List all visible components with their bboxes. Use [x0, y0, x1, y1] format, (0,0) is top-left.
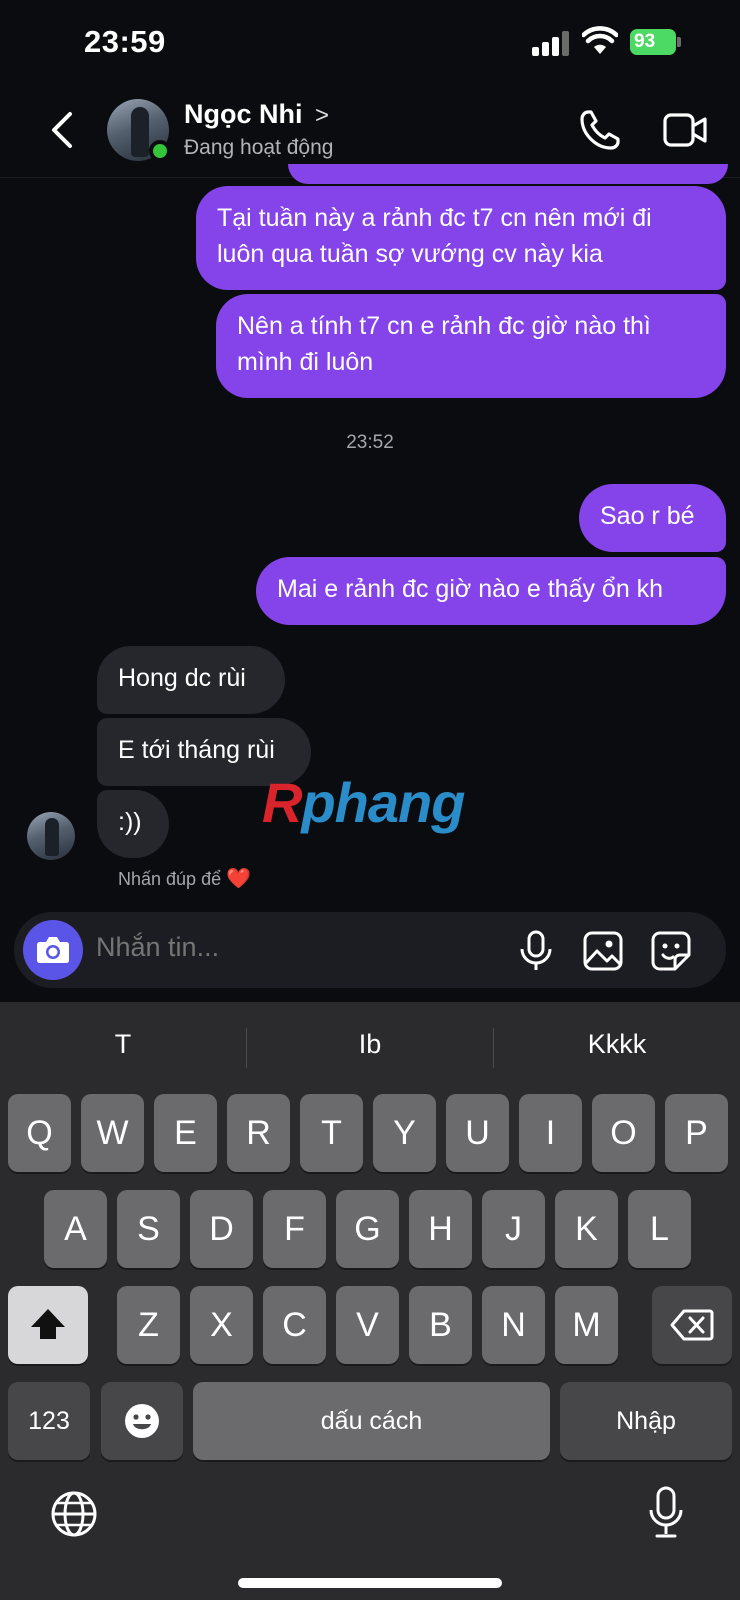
key-d[interactable]: D: [190, 1190, 253, 1268]
key-o[interactable]: O: [592, 1094, 655, 1172]
numbers-key[interactable]: 123: [8, 1382, 90, 1460]
video-call-button[interactable]: [662, 110, 708, 150]
message-bubble-outgoing[interactable]: Mai e rảnh đc giờ nào e thấy ổn kh: [256, 557, 726, 625]
shift-arrow-icon: [31, 1309, 65, 1339]
shift-key[interactable]: [8, 1286, 88, 1364]
globe-icon[interactable]: [50, 1490, 98, 1538]
message-line: Tại tuần này a rảnh đc t7 cn nên mới đi: [217, 204, 652, 232]
reaction-hint: Nhấn đúp để ❤️: [118, 866, 251, 891]
key-n[interactable]: N: [482, 1286, 545, 1364]
message-bubble-outgoing[interactable]: Sao r bé: [579, 484, 726, 552]
backspace-icon: [670, 1309, 714, 1341]
key-h[interactable]: H: [409, 1190, 472, 1268]
key-e[interactable]: E: [154, 1094, 217, 1172]
sender-avatar[interactable]: [27, 812, 75, 860]
key-w[interactable]: W: [81, 1094, 144, 1172]
space-key[interactable]: dấu cách: [193, 1382, 550, 1460]
keyboard: T Ib Kkkk Q W E R T Y U I O P A S D F G …: [0, 1002, 740, 1600]
camera-icon: [37, 937, 69, 963]
message-bubble-incoming[interactable]: :)): [97, 790, 169, 858]
online-status-dot: [149, 140, 171, 162]
back-button[interactable]: [44, 108, 84, 152]
key-r[interactable]: R: [227, 1094, 290, 1172]
suggestion-bar: T Ib Kkkk: [0, 1020, 740, 1068]
message-timestamp: 23:52: [346, 432, 394, 453]
heart-emoji: ❤️: [226, 868, 252, 890]
status-time: 23:59: [84, 24, 166, 59]
suggestion-item[interactable]: Ib: [247, 1020, 493, 1068]
message-bubble-partial: [288, 164, 728, 184]
key-a[interactable]: A: [44, 1190, 107, 1268]
home-indicator[interactable]: [238, 1578, 502, 1588]
chevron-right-icon: >: [315, 102, 330, 129]
key-s[interactable]: S: [117, 1190, 180, 1268]
wifi-icon: [582, 26, 618, 54]
microphone-button[interactable]: [516, 930, 556, 972]
reaction-hint-text: Nhấn đúp để: [118, 869, 222, 889]
contact-name[interactable]: Ngọc Nhi: [184, 99, 303, 130]
cellular-signal-icon: [532, 30, 572, 56]
message-line: luôn qua tuần sợ vướng cv này kia: [217, 240, 603, 268]
message-line: mình đi luôn: [237, 348, 374, 376]
key-p[interactable]: P: [665, 1094, 728, 1172]
key-b[interactable]: B: [409, 1286, 472, 1364]
camera-button[interactable]: [23, 920, 83, 980]
message-line: Nên a tính t7 cn e rảnh đc giờ nào thì: [237, 312, 651, 340]
status-bar: 23:59 93: [0, 0, 740, 90]
emoji-key[interactable]: [101, 1382, 183, 1460]
dictation-microphone-icon[interactable]: [648, 1486, 684, 1540]
message-text: Hong dc rùi: [118, 664, 246, 692]
message-text: :)): [118, 808, 142, 836]
message-composer: [14, 912, 726, 988]
suggestion-item[interactable]: T: [0, 1020, 246, 1068]
key-x[interactable]: X: [190, 1286, 253, 1364]
message-input[interactable]: [96, 932, 496, 963]
key-i[interactable]: I: [519, 1094, 582, 1172]
key-t[interactable]: T: [300, 1094, 363, 1172]
key-v[interactable]: V: [336, 1286, 399, 1364]
message-bubble-incoming[interactable]: Hong dc rùi: [97, 646, 285, 714]
message-text: Mai e rảnh đc giờ nào e thấy ổn kh: [277, 575, 664, 603]
key-m[interactable]: M: [555, 1286, 618, 1364]
return-key[interactable]: Nhập: [560, 1382, 732, 1460]
key-c[interactable]: C: [263, 1286, 326, 1364]
key-g[interactable]: G: [336, 1190, 399, 1268]
key-z[interactable]: Z: [117, 1286, 180, 1364]
sticker-button[interactable]: [650, 930, 692, 972]
key-y[interactable]: Y: [373, 1094, 436, 1172]
key-j[interactable]: J: [482, 1190, 545, 1268]
contact-status: Đang hoạt động: [184, 136, 334, 159]
key-f[interactable]: F: [263, 1190, 326, 1268]
backspace-key[interactable]: [652, 1286, 732, 1364]
phone-call-button[interactable]: [578, 108, 622, 152]
suggestion-item[interactable]: Kkkk: [494, 1020, 740, 1068]
message-bubble-outgoing[interactable]: Nên a tính t7 cn e rảnh đc giờ nào thì m…: [216, 294, 726, 398]
key-u[interactable]: U: [446, 1094, 509, 1172]
battery-level: 93: [630, 29, 676, 55]
key-l[interactable]: L: [628, 1190, 691, 1268]
key-q[interactable]: Q: [8, 1094, 71, 1172]
emoji-icon: [125, 1404, 159, 1438]
gallery-button[interactable]: [582, 930, 624, 972]
message-bubble-outgoing[interactable]: Tại tuần này a rảnh đc t7 cn nên mới đi …: [196, 186, 726, 290]
message-text: E tới tháng rùi: [118, 736, 275, 764]
message-text: Sao r bé: [600, 502, 695, 530]
message-bubble-incoming[interactable]: E tới tháng rùi: [97, 718, 311, 786]
battery-icon: 93: [630, 29, 682, 55]
key-k[interactable]: K: [555, 1190, 618, 1268]
